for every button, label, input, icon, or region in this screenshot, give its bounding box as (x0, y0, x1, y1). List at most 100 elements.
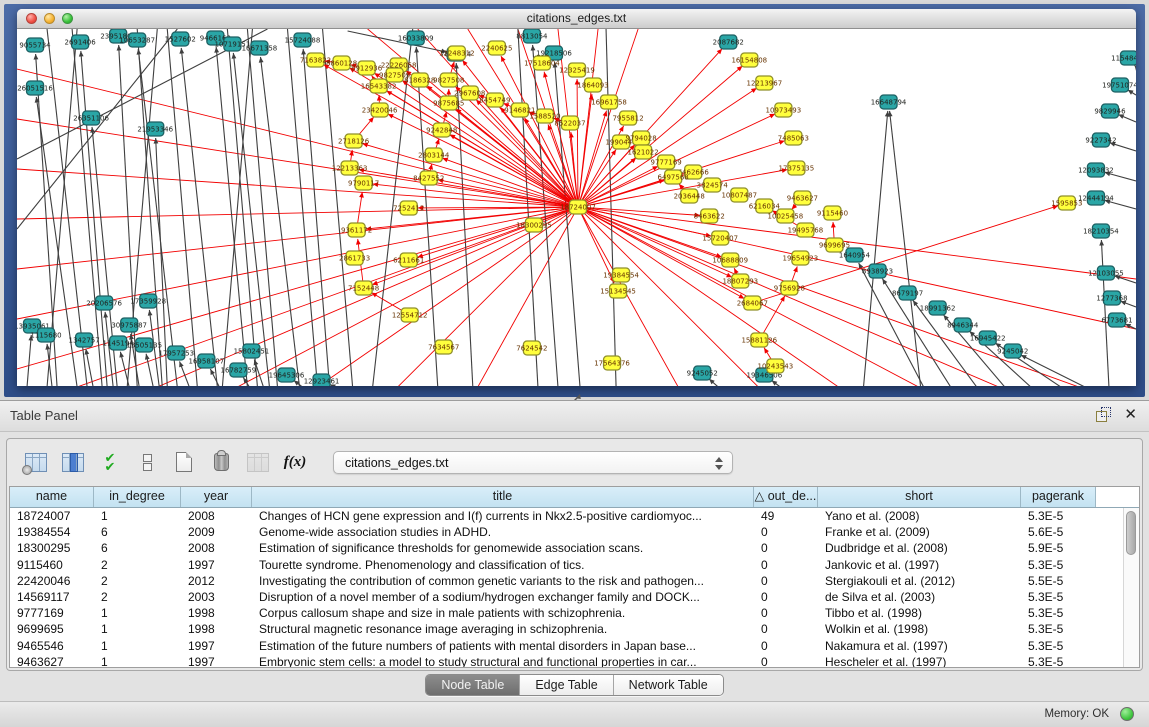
graph-node[interactable]: 3824574 (697, 178, 729, 192)
graph-node[interactable]: 9361172 (341, 223, 372, 237)
graph-node-label: 16033809 (398, 35, 434, 43)
zoom-window-button[interactable] (62, 13, 73, 24)
graph-node[interactable]: 12213967 (746, 76, 782, 90)
column-header-in_degree[interactable]: in_degree (94, 487, 181, 507)
table-row[interactable]: 1872400712008Changes of HCN gene express… (10, 508, 1124, 524)
graph-node[interactable]: 6216034 (749, 199, 781, 213)
table-settings-icon[interactable] (23, 450, 49, 474)
graph-node[interactable]: 30975887 (111, 318, 147, 332)
graph-node[interactable]: 8463622 (694, 209, 725, 223)
new-document-icon[interactable] (171, 450, 197, 474)
graph-node[interactable]: 11548408 (1111, 51, 1136, 65)
graph-node[interactable]: 1342757 (69, 333, 100, 347)
graph-node[interactable]: 19384554 (603, 268, 639, 282)
graph-node[interactable]: 12554712 (392, 308, 428, 322)
column-header-title[interactable]: title (252, 487, 754, 507)
graph-node[interactable]: 9875685 (433, 96, 464, 110)
graph-node[interactable]: 2718126 (338, 134, 370, 148)
memory-status-indicator[interactable] (1120, 707, 1134, 721)
graph-node[interactable]: 7252412 (393, 201, 424, 215)
delete-table-disabled-icon[interactable] (245, 450, 271, 474)
graph-node[interactable]: 15802451 (234, 344, 270, 358)
table-row[interactable]: 946554611997Estimation of the future num… (10, 638, 1124, 654)
column-header-short[interactable]: short (818, 487, 1021, 507)
tab-edge-table[interactable]: Edge Table (520, 675, 613, 695)
graph-node[interactable]: 7624542 (516, 341, 547, 355)
table-row[interactable]: 946362711997Embryonic stem cells: a mode… (10, 654, 1124, 667)
graph-node[interactable]: 18210354 (1083, 224, 1119, 238)
graph-node[interactable]: 16648794 (871, 95, 907, 109)
graph-node[interactable]: 12325419 (559, 63, 595, 77)
graph-node[interactable]: 15881126 (741, 333, 777, 347)
scrollbar-thumb[interactable] (1126, 511, 1136, 555)
tab-network-table[interactable]: Network Table (614, 675, 723, 695)
cell-pagerank: 5.3E-5 (1021, 589, 1096, 605)
column-header-name[interactable]: name (10, 487, 94, 507)
graph-node[interactable]: 9055734 (19, 38, 51, 52)
float-panel-icon[interactable] (1096, 407, 1111, 422)
graph-node[interactable]: 16154808 (731, 53, 767, 67)
graph-node[interactable]: 1640954 (839, 248, 871, 262)
graph-node[interactable]: 17564376 (594, 356, 630, 370)
graph-node[interactable]: 15724088 (285, 33, 321, 47)
close-window-button[interactable] (26, 13, 37, 24)
graph-node[interactable]: 9463627 (787, 191, 818, 205)
tab-node-table[interactable]: Node Table (426, 675, 520, 695)
graph-node[interactable]: 2087682 (713, 35, 744, 49)
delete-trash-icon[interactable] (208, 450, 234, 474)
table-row[interactable]: 2242004622012Investigating the contribut… (10, 573, 1124, 589)
network-graph-canvas[interactable]: 9055734269140623951806106532871527602946… (17, 29, 1136, 386)
graph-node[interactable]: 7485063 (778, 131, 809, 145)
graph-node[interactable]: 21953346 (137, 122, 173, 136)
graph-node[interactable]: 8938923 (862, 264, 893, 278)
graph-node[interactable]: 18991362 (920, 301, 956, 315)
table-row[interactable]: 977716911998Corpus callosum shape and si… (10, 605, 1124, 621)
graph-node[interactable]: 9790117 (348, 176, 379, 190)
graph-node[interactable]: 15134545 (600, 284, 636, 298)
minimize-window-button[interactable] (44, 13, 55, 24)
graph-node[interactable]: 16945422 (970, 331, 1006, 345)
window-titlebar[interactable]: citations_edges.txt (17, 9, 1136, 29)
graph-node[interactable]: 9115460 (817, 206, 848, 220)
graph-node[interactable]: 8679197 (892, 286, 923, 300)
function-builder-icon[interactable]: f(x) (282, 450, 308, 474)
graph-node[interactable]: 6211661 (393, 253, 424, 267)
graph-node[interactable]: 1527602 (165, 32, 196, 46)
graph-node[interactable]: 2240625 (481, 41, 512, 55)
graph-node[interactable]: 16782759 (221, 363, 257, 377)
graph-node[interactable]: 1864093 (577, 78, 608, 92)
graph-node[interactable]: 2861733 (339, 251, 370, 265)
table-row[interactable]: 1938455462009Genome-wide association stu… (10, 524, 1124, 540)
graph-node[interactable]: 20206576 (86, 296, 122, 310)
graph-node[interactable]: 8813054 (516, 29, 548, 43)
graph-node[interactable]: 10807487 (721, 188, 757, 202)
column-header-out_degree[interactable]: △ out_de... (754, 487, 818, 507)
graph-node[interactable]: 7955812 (612, 111, 643, 125)
table-column-select-icon[interactable] (60, 450, 86, 474)
row-height-icon[interactable] (134, 450, 160, 474)
close-panel-icon[interactable]: ✕ (1124, 407, 1137, 422)
graph-node[interactable]: 17359928 (130, 294, 166, 308)
graph-node[interactable]: 16961758 (591, 95, 627, 109)
graph-node[interactable]: 2691406 (65, 35, 97, 49)
table-row[interactable]: 1830029562008Estimation of significance … (10, 540, 1124, 556)
select-all-check-icon[interactable]: ✔✔ (97, 450, 123, 474)
column-header-pagerank[interactable]: pagerank (1021, 487, 1096, 507)
graph-node[interactable]: 9699695 (819, 238, 850, 252)
graph-node[interactable]: 2036448 (674, 189, 705, 203)
table-row[interactable]: 1456911722003Disruption of a novel membe… (10, 589, 1124, 605)
graph-node[interactable]: 19645306 (269, 368, 305, 382)
graph-node[interactable]: 19751074 (1102, 78, 1136, 92)
table-selector-dropdown[interactable]: citations_edges.txt (333, 451, 733, 474)
graph-node[interactable]: 9245052 (687, 366, 718, 380)
graph-node-label: 18991362 (920, 305, 956, 313)
table-row[interactable]: 911546021997Tourette syndrome. Phenomeno… (10, 557, 1124, 573)
graph-node[interactable]: 8946344 (947, 318, 979, 332)
graph-node[interactable]: 26051516 (17, 81, 53, 95)
table-row[interactable]: 969969511998Structural magnetic resonanc… (10, 621, 1124, 637)
table-vertical-scrollbar[interactable] (1123, 508, 1139, 667)
graph-node[interactable]: 17375135 (779, 161, 815, 175)
graph-node[interactable]: 9227342 (1085, 133, 1116, 147)
graph-node[interactable]: 15720407 (702, 231, 738, 245)
column-header-year[interactable]: year (181, 487, 252, 507)
